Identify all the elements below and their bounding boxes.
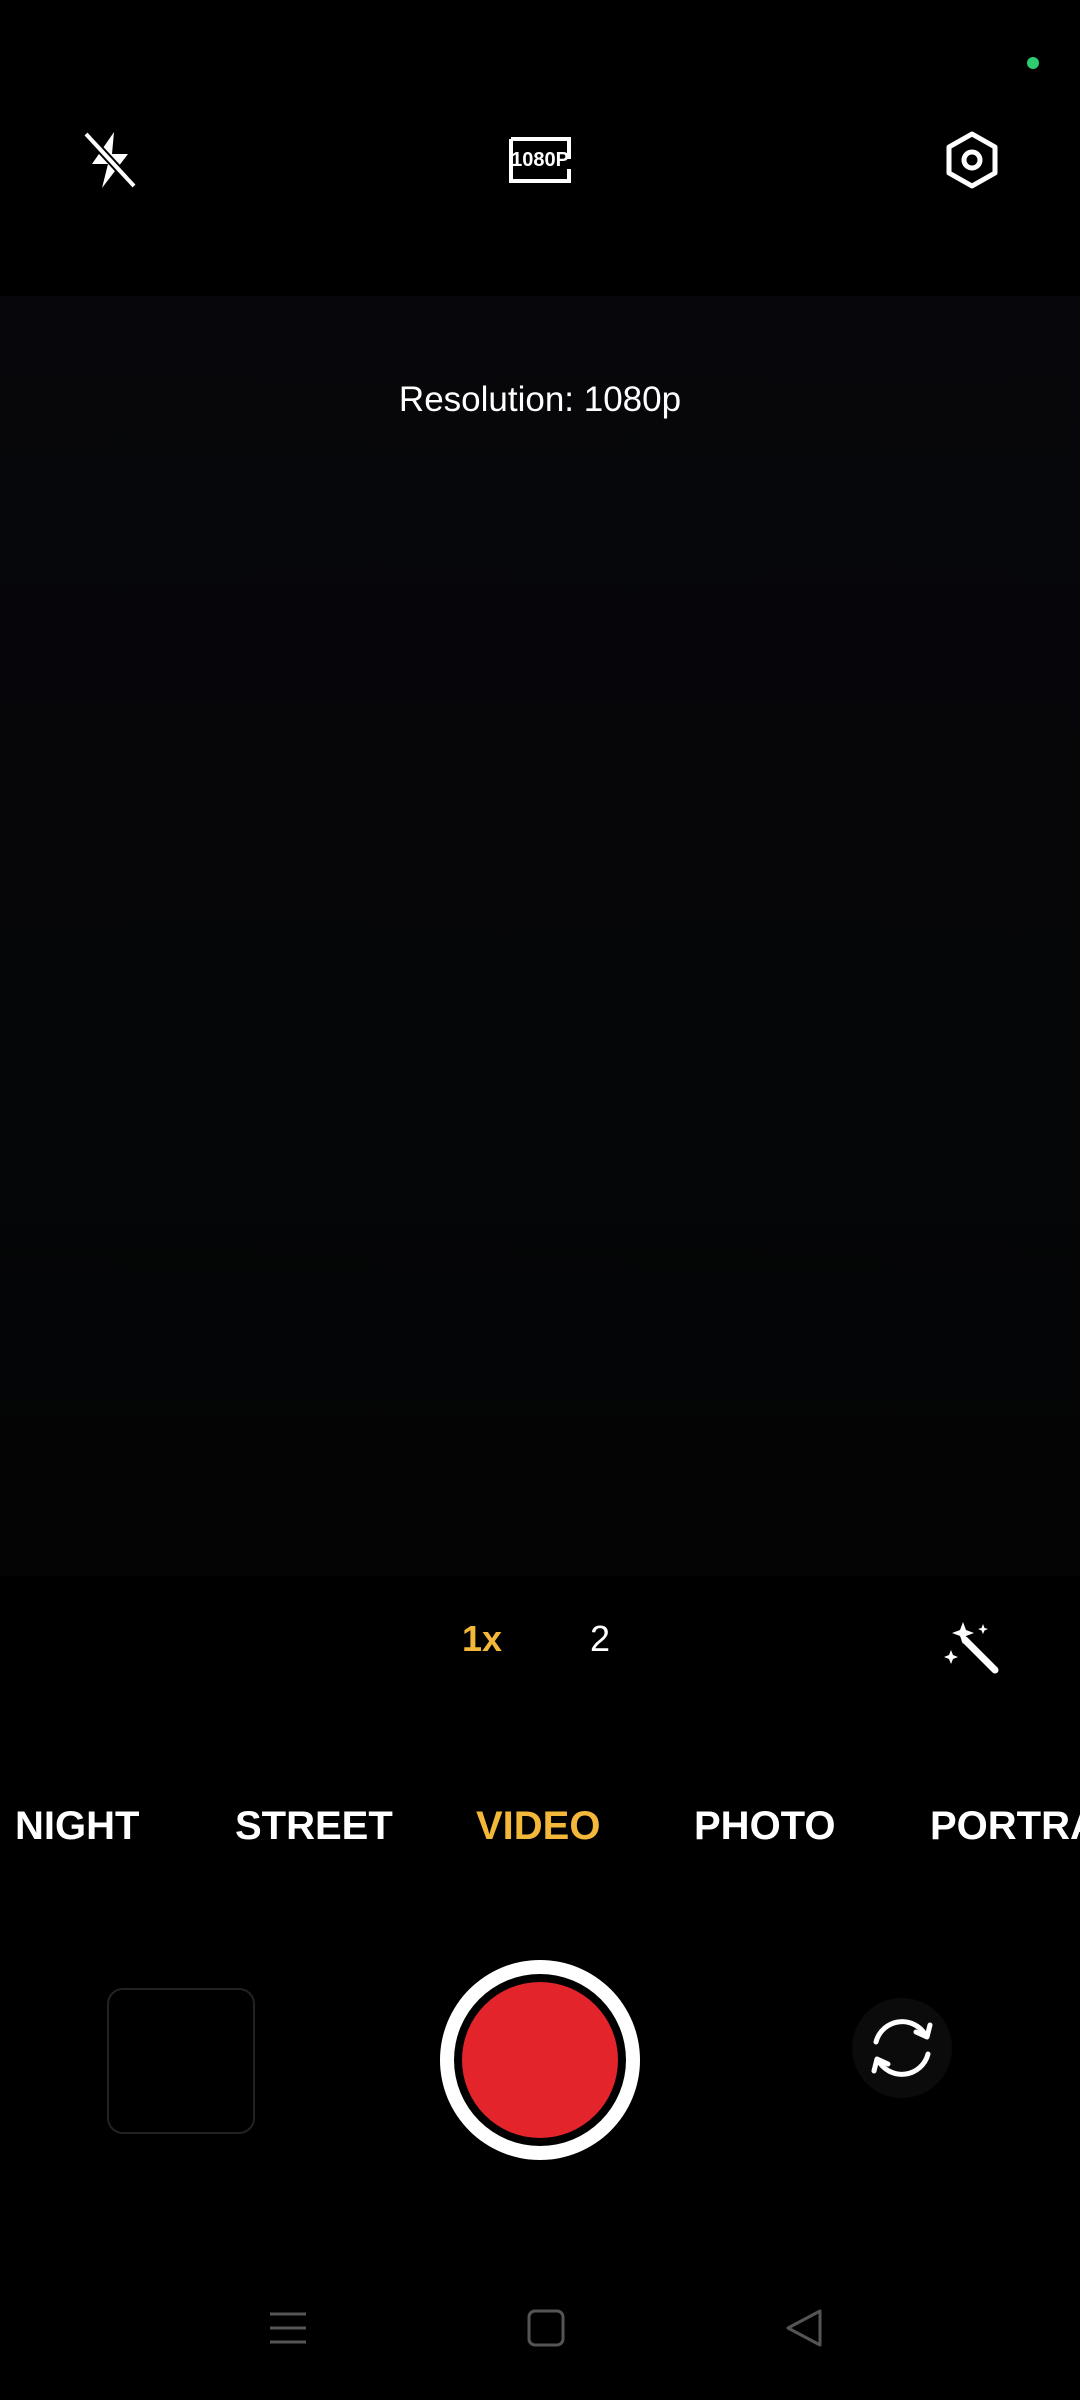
top-bar: 1080P [0, 0, 1080, 296]
system-nav-bar [0, 2260, 1080, 2400]
back-icon[interactable] [784, 2300, 824, 2356]
privacy-indicator-dot [1027, 57, 1039, 69]
camera-flip-icon [871, 2019, 933, 2077]
resolution-badge-text: 1080P [511, 149, 569, 171]
mode-photo[interactable]: PHOTO [694, 1804, 836, 1849]
record-button-ring [454, 1974, 626, 2146]
mode-street[interactable]: STREET [235, 1804, 393, 1849]
flash-off-icon[interactable] [72, 120, 148, 200]
resolution-1080p-button[interactable]: 1080P [500, 132, 580, 188]
settings-icon[interactable] [940, 128, 1004, 192]
camera-flip-button[interactable] [852, 1998, 952, 2098]
menu-icon[interactable] [268, 2300, 308, 2356]
mode-video[interactable]: VIDEO [476, 1804, 600, 1849]
resolution-info-text: Resolution: 1080p [398, 380, 682, 419]
magic-wand-icon[interactable] [940, 1615, 1006, 1681]
gallery-thumbnail[interactable] [107, 1988, 255, 2134]
record-button[interactable] [440, 1960, 640, 2160]
mode-portrait[interactable]: PORTRA [930, 1804, 1080, 1849]
camera-viewfinder[interactable] [0, 296, 1080, 1576]
mode-selector[interactable]: NIGHT STREET VIDEO PHOTO PORTRA [0, 1800, 1080, 1860]
zoom-2x-button[interactable]: 2 [560, 1618, 640, 1660]
record-button-core [462, 1982, 618, 2138]
home-icon[interactable] [526, 2300, 566, 2356]
mode-night[interactable]: NIGHT [15, 1804, 139, 1849]
zoom-1x-button[interactable]: 1x [442, 1618, 522, 1660]
